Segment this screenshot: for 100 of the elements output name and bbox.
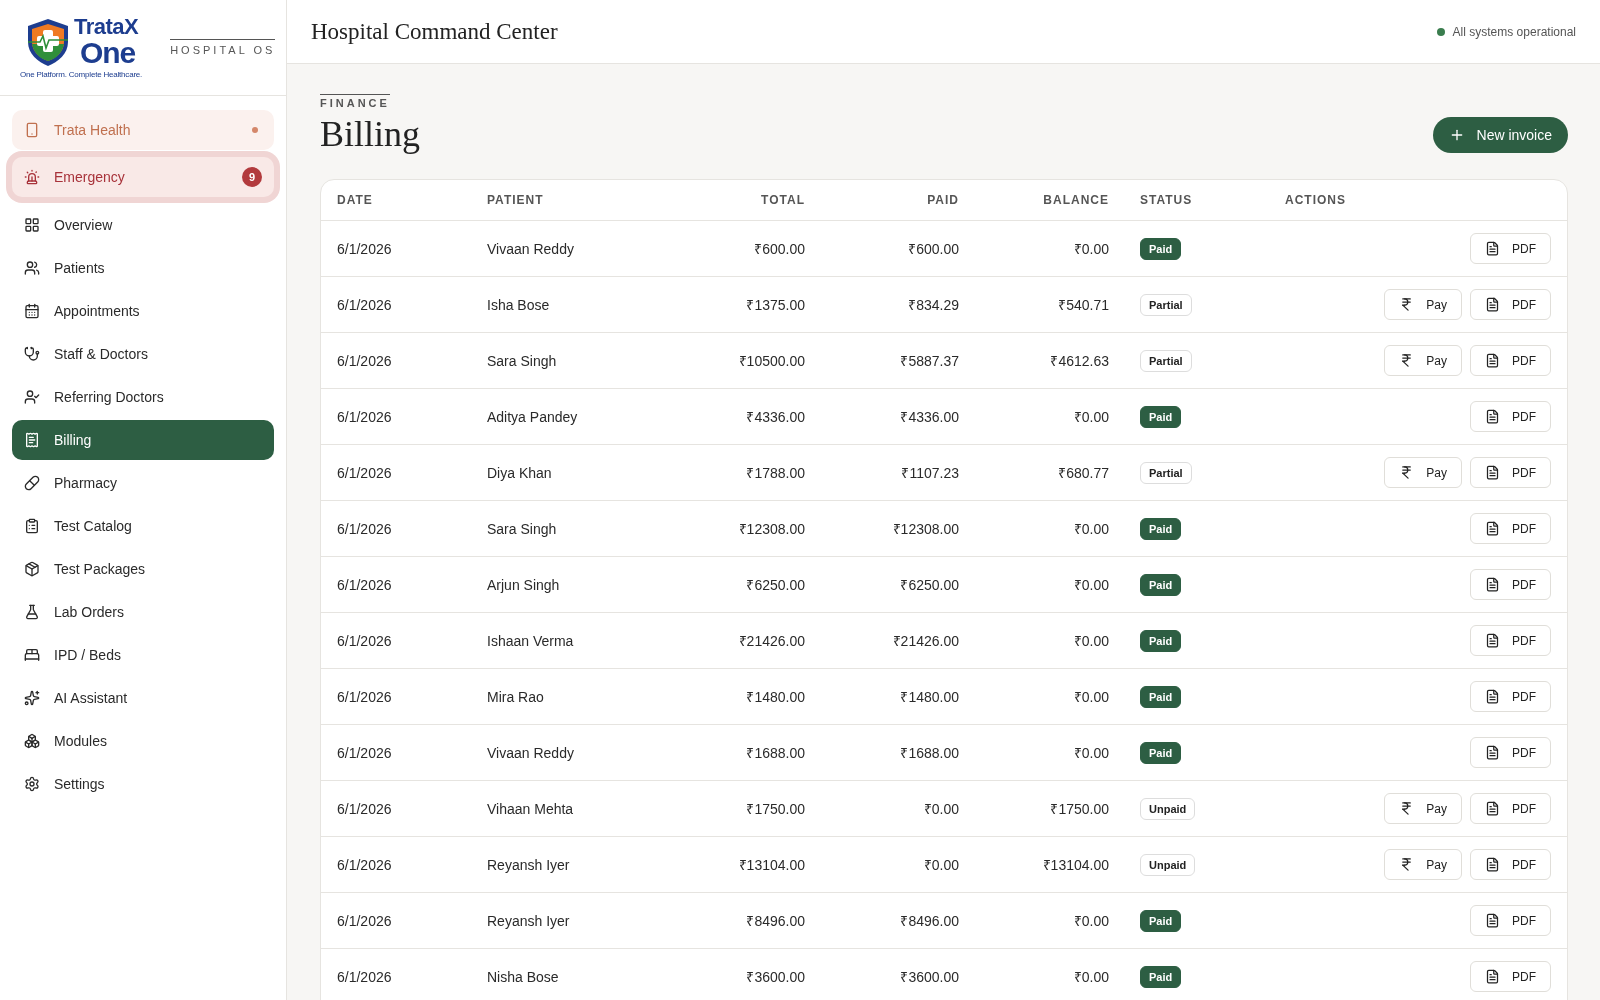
table-cell-text: ₹13104.00 xyxy=(737,856,805,874)
table-cell-text: Sara Singh xyxy=(487,352,558,369)
sidebar-item-label: Patients xyxy=(54,259,106,276)
pdf-button[interactable]: PDF xyxy=(1470,289,1551,320)
sidebar-item[interactable]: Settings xyxy=(12,763,274,804)
pdf-button[interactable]: PDF xyxy=(1470,905,1551,936)
table-cell-text: ₹0.00 xyxy=(1072,688,1109,706)
pdf-button[interactable]: PDF xyxy=(1470,737,1551,768)
sidebar-item[interactable]: Test Catalog xyxy=(12,505,274,546)
sidebar-item[interactable]: AI Assistant xyxy=(12,677,274,718)
table-cell-text: ₹21426.00 xyxy=(737,632,805,650)
box-icon xyxy=(24,560,40,577)
table-cell-text: ₹1375.00 xyxy=(745,296,805,314)
table-cell-text: 6/1/2026 xyxy=(337,632,393,649)
status-badge: Paid xyxy=(1140,741,1182,764)
table-cell-text: 6/1/2026 xyxy=(337,240,393,257)
sidebar-item[interactable]: Patients xyxy=(12,247,274,288)
pdf-button[interactable]: PDF xyxy=(1470,961,1551,992)
table-cell-text: ₹5887.37 xyxy=(899,352,959,370)
pdf-button[interactable]: PDF xyxy=(1470,345,1551,376)
table-cell-text: 6/1/2026 xyxy=(337,800,393,817)
pdf-button[interactable]: PDF xyxy=(1470,513,1551,544)
column-header: STATUS xyxy=(1139,193,1194,207)
table-cell-text: ₹600.00 xyxy=(753,240,805,258)
table-cell-text: ₹0.00 xyxy=(1072,520,1109,538)
sidebar-item-label: IPD / Beds xyxy=(54,646,122,663)
table-cell-text: ₹0.00 xyxy=(1072,744,1109,762)
table-cell-text: 6/1/2026 xyxy=(337,464,393,481)
pdf-button[interactable]: PDF xyxy=(1470,457,1551,488)
table-cell-text: ₹10500.00 xyxy=(737,352,805,370)
sidebar-item-label: Referring Doctors xyxy=(54,388,165,405)
table-cell-text: ₹1107.23 xyxy=(900,464,959,482)
pay-button[interactable]: Pay xyxy=(1384,849,1462,880)
table-cell-text: Isha Bose xyxy=(487,296,551,313)
sidebar-item[interactable]: Staff & Doctors xyxy=(12,333,274,374)
table-cell-text: Sara Singh xyxy=(487,520,558,537)
new-invoice-button[interactable]: New invoice xyxy=(1432,117,1568,153)
status-badge: Paid xyxy=(1140,573,1182,596)
table-cell-text: ₹12308.00 xyxy=(891,520,959,538)
table-cell-text: ₹540.71 xyxy=(1057,296,1109,314)
table-cell-text: Vivaan Reddy xyxy=(487,744,575,761)
table-cell-text: 6/1/2026 xyxy=(337,408,393,425)
sidebar-item-label: AI Assistant xyxy=(54,689,129,706)
table-cell-text: ₹4612.63 xyxy=(1049,352,1109,370)
status-badge: Unpaid xyxy=(1140,853,1196,876)
sidebar-item[interactable]: Modules xyxy=(12,720,274,761)
sidebar-item[interactable]: Billing xyxy=(12,419,274,460)
product-name: HOSPITAL OS xyxy=(170,39,276,56)
column-header: TOTAL xyxy=(760,193,805,207)
page-title: Billing xyxy=(320,113,421,155)
calendar-icon xyxy=(24,302,40,319)
pdf-button[interactable]: PDF xyxy=(1470,233,1551,264)
pay-button[interactable]: Pay xyxy=(1384,793,1462,824)
pay-button[interactable]: Pay xyxy=(1384,457,1462,488)
sidebar-item[interactable]: Lab Orders xyxy=(12,591,274,632)
table-cell-text: Vihaan Mehta xyxy=(487,800,575,817)
table-cell-text: Aditya Pandey xyxy=(487,408,579,425)
clipboard-icon xyxy=(24,517,40,534)
sidebar-item-label: Test Catalog xyxy=(54,517,133,534)
sidebar-item[interactable]: Overview xyxy=(12,204,274,245)
status-badge: Partial xyxy=(1140,293,1192,316)
table-cell-text: ₹1480.00 xyxy=(899,688,959,706)
status-badge: Unpaid xyxy=(1140,797,1196,820)
document-icon xyxy=(1485,969,1500,984)
table-cell-text: ₹0.00 xyxy=(1072,240,1109,258)
table-cell-text: ₹3600.00 xyxy=(899,968,959,986)
table-cell-text: Reyansh Iyer xyxy=(487,856,571,873)
sidebar-item-label: Overview xyxy=(54,216,114,233)
column-header: DATE xyxy=(337,193,374,207)
document-icon xyxy=(1485,689,1500,704)
pdf-button[interactable]: PDF xyxy=(1470,849,1551,880)
table-cell-text: 6/1/2026 xyxy=(337,744,393,761)
table-cell-text: ₹600.00 xyxy=(907,240,959,258)
table-cell-text: 6/1/2026 xyxy=(337,352,393,369)
pill-icon xyxy=(24,474,40,491)
sidebar-item-label: Emergency xyxy=(54,169,126,185)
sidebar-item[interactable]: Appointments xyxy=(12,290,274,331)
sidebar-item[interactable]: IPD / Beds xyxy=(12,634,274,675)
sidebar-item-label: Staff & Doctors xyxy=(54,345,149,362)
table-cell-text: ₹6250.00 xyxy=(899,576,959,594)
pdf-button[interactable]: PDF xyxy=(1470,625,1551,656)
sidebar-item-label: Settings xyxy=(54,775,106,792)
sidebar-item[interactable]: Test Packages xyxy=(12,548,274,589)
table-cell-text: ₹12308.00 xyxy=(737,520,805,538)
flask-icon xyxy=(24,603,40,620)
pdf-button[interactable]: PDF xyxy=(1470,569,1551,600)
sidebar-item-label: Lab Orders xyxy=(54,603,126,620)
table-cell-text: ₹21426.00 xyxy=(891,632,959,650)
pay-button[interactable]: Pay xyxy=(1384,345,1462,376)
sidebar-item[interactable]: Referring Doctors xyxy=(12,376,274,417)
table-cell-text: ₹1688.00 xyxy=(745,744,805,762)
pdf-button[interactable]: PDF xyxy=(1470,681,1551,712)
sidebar-item-label: Appointments xyxy=(54,302,141,319)
logo-tagline: One Platform. Complete Healthcare. xyxy=(20,70,143,79)
table-cell-text: Ishaan Verma xyxy=(487,632,575,649)
pdf-button[interactable]: PDF xyxy=(1470,793,1551,824)
table-cell-text: ₹4336.00 xyxy=(899,408,959,426)
pdf-button[interactable]: PDF xyxy=(1470,401,1551,432)
sidebar-item[interactable]: Pharmacy xyxy=(12,462,274,503)
pay-button[interactable]: Pay xyxy=(1384,289,1462,320)
